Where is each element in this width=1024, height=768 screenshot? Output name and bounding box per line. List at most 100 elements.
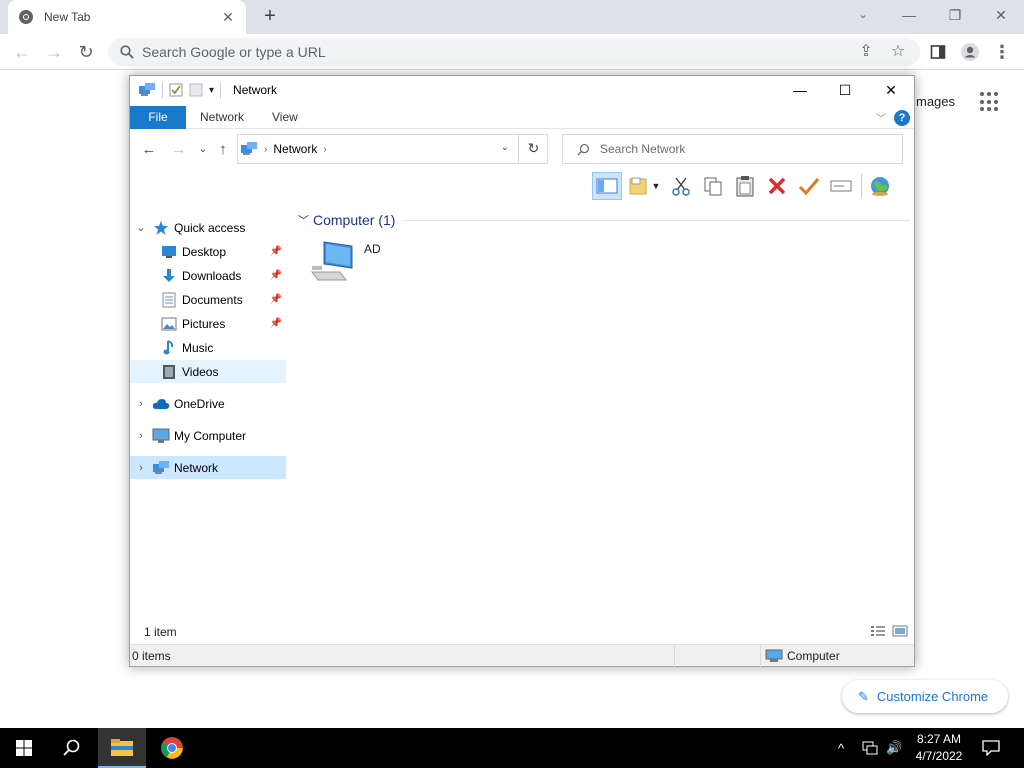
forward-icon[interactable]: → (42, 40, 66, 64)
search-placeholder: Search Network (600, 142, 686, 156)
search-network-input[interactable]: Search Network (562, 134, 903, 164)
tab-view[interactable]: View (258, 106, 312, 129)
maximize-button[interactable]: ☐ (822, 78, 868, 102)
address-dropdown-icon[interactable]: ⌄ (501, 142, 509, 153)
nav-network[interactable]: › Network (130, 456, 286, 479)
address-bar[interactable]: › Network › ⌄ (237, 134, 548, 164)
reload-icon[interactable]: ↻ (74, 40, 98, 64)
breadcrumb-network[interactable]: Network (273, 142, 317, 156)
expand-ribbon-icon[interactable]: ﹀ (876, 110, 886, 125)
breadcrumb-chevron-icon[interactable]: › (323, 144, 326, 155)
recent-locations-icon[interactable]: ⌄ (193, 140, 213, 160)
nav-music[interactable]: Music (130, 336, 286, 359)
taskbar-chrome[interactable] (148, 728, 196, 768)
group-label: Computer (1) (313, 212, 396, 228)
pin-icon: 📌 (269, 270, 282, 281)
group-header-computer[interactable]: ﹀ Computer (1) (298, 212, 910, 228)
customize-chrome-label: Customize Chrome (876, 689, 989, 704)
clock[interactable]: 8:27 AM 4/7/2022 (906, 731, 972, 765)
expand-chevron-icon[interactable]: › (134, 398, 148, 410)
profile-avatar-icon[interactable] (958, 40, 982, 64)
nav-my-computer[interactable]: › My Computer (130, 424, 286, 447)
collapse-chevron-icon[interactable]: ⌄ (134, 221, 148, 234)
taskbar-file-explorer[interactable] (98, 728, 146, 768)
chrome-minimize-button[interactable]: — (886, 4, 932, 28)
nav-onedrive[interactable]: › OneDrive (130, 392, 286, 415)
cut-icon[interactable] (666, 172, 696, 200)
nav-desktop[interactable]: Desktop 📌 (130, 240, 286, 263)
customize-chrome-button[interactable]: ✎ Customize Chrome (842, 680, 1008, 713)
network-tray-icon[interactable] (862, 728, 878, 768)
start-button[interactable] (0, 728, 48, 768)
breadcrumb-chevron-icon[interactable]: › (264, 144, 267, 155)
nav-quick-access[interactable]: ⌄ Quick access (130, 216, 286, 239)
nav-downloads[interactable]: Downloads 📌 (130, 264, 286, 287)
expand-chevron-icon[interactable]: › (134, 430, 148, 442)
pictures-icon (160, 316, 178, 332)
google-apps-icon[interactable] (980, 92, 1000, 112)
preview-pane-icon[interactable] (592, 172, 622, 200)
omnibox[interactable]: Search Google or type a URL (108, 38, 920, 66)
search-icon (577, 143, 590, 156)
network-icon (241, 142, 257, 155)
side-panel-icon[interactable] (926, 40, 950, 64)
pin-icon: 📌 (269, 318, 282, 329)
tab-close-icon[interactable]: ✕ (220, 9, 236, 25)
new-item-icon[interactable]: ▼ (624, 172, 664, 200)
chrome-restore-button[interactable]: ❐ (932, 4, 978, 28)
list-item[interactable]: AD (310, 240, 381, 284)
forward-button[interactable]: → (169, 140, 189, 160)
chrome-icon (161, 737, 183, 759)
music-icon (160, 339, 178, 356)
back-button[interactable]: ← (139, 140, 159, 160)
search-button[interactable] (48, 728, 96, 768)
chrome-close-button[interactable]: ✕ (978, 4, 1024, 28)
delete-icon[interactable] (762, 172, 792, 200)
file-explorer-window: ▾ Network — ☐ ✕ File Network View ﹀ ? ← … (129, 75, 915, 667)
clock-time: 8:27 AM (916, 732, 962, 746)
checkmark-icon[interactable] (794, 172, 824, 200)
share-icon[interactable]: ⇪ (854, 38, 878, 66)
up-button[interactable]: ↑ (213, 140, 233, 160)
document-icon (160, 292, 178, 308)
minimize-button[interactable]: — (777, 78, 823, 102)
rename-icon[interactable] (826, 172, 856, 200)
details-view-icon[interactable] (870, 625, 886, 637)
volume-icon[interactable]: 🔊 (886, 728, 902, 768)
notifications-icon[interactable] (982, 728, 1000, 768)
close-button[interactable]: ✕ (868, 78, 914, 102)
taskbar: ^ 🔊 8:27 AM 4/7/2022 (0, 728, 1024, 768)
item-count: 1 item (144, 625, 177, 639)
tab-search-icon[interactable]: ⌄ (840, 4, 886, 28)
properties-icon[interactable] (169, 83, 183, 97)
new-folder-icon[interactable] (189, 83, 203, 97)
chrome-favicon-icon (19, 10, 33, 24)
tab-file[interactable]: File (130, 105, 186, 129)
nav-documents[interactable]: Documents 📌 (130, 288, 286, 311)
clock-date: 4/7/2022 (915, 749, 963, 763)
status-right: Computer (761, 649, 840, 663)
refresh-button[interactable]: ↻ (518, 134, 548, 164)
bookmark-star-icon[interactable]: ☆ (886, 38, 910, 66)
globe-icon[interactable] (865, 172, 895, 200)
nav-videos[interactable]: Videos (130, 360, 286, 383)
window-title: Network (233, 83, 278, 97)
paste-icon[interactable] (730, 172, 760, 200)
expand-chevron-icon[interactable]: › (134, 462, 148, 474)
search-icon (63, 739, 80, 756)
copy-icon[interactable] (698, 172, 728, 200)
back-icon[interactable]: ← (10, 40, 34, 64)
new-tab-button[interactable]: + (258, 6, 282, 28)
tray-overflow-icon[interactable]: ^ (838, 728, 844, 768)
tab-network[interactable]: Network (186, 106, 258, 129)
nav-pictures[interactable]: Pictures 📌 (130, 312, 286, 335)
large-icons-view-icon[interactable] (892, 625, 908, 637)
nav-label: Quick access (174, 220, 246, 235)
chrome-menu-icon[interactable]: ⋮ (990, 40, 1014, 64)
quick-access-dropdown-icon[interactable]: ▾ (209, 85, 214, 96)
collapse-chevron-icon[interactable]: ﹀ (298, 212, 309, 228)
nav-label: Videos (182, 364, 219, 379)
tab-new-tab[interactable]: New Tab ✕ (8, 0, 246, 34)
images-link[interactable]: mages (916, 94, 955, 109)
help-icon[interactable]: ? (894, 110, 910, 126)
